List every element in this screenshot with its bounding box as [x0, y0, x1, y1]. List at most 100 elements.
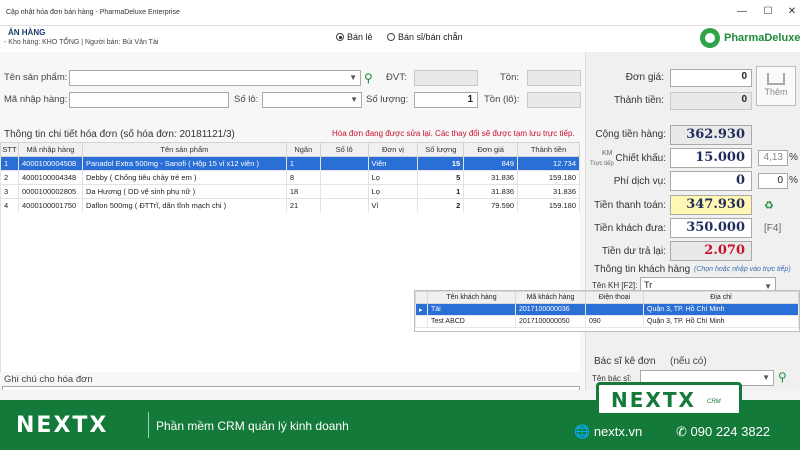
search-icon[interactable]: ⚲ — [778, 370, 787, 384]
refresh-icon[interactable]: ♻ — [764, 199, 774, 212]
cell-unit-price: 31.836 — [463, 184, 519, 199]
logo-icon — [700, 28, 720, 48]
quantity-input[interactable]: 1 — [414, 92, 478, 108]
doctor-section-hint: (nếu có) — [670, 356, 707, 367]
cell-import-code: 4000100001750 — [17, 198, 83, 213]
cell-amount: 12.734 — [517, 156, 580, 171]
dvt-label: ĐVT: — [386, 72, 407, 83]
col-header[interactable]: Số lượng — [417, 142, 465, 157]
table-header-row: STT Mã nhập hàng Tên sản phẩm Ngân Số lô… — [0, 142, 580, 157]
cell-product-name: Panadol Extra 500mg - Sanofi ( Hộp 15 vỉ… — [81, 156, 287, 171]
minimize-button[interactable]: — — [736, 6, 748, 18]
cell-import-code: 0000100002805 — [17, 184, 83, 199]
total-label: Cộng tiền hàng: — [595, 129, 666, 140]
table-row[interactable]: 2 4000100004348 Debby ( Chống tiêu chảy … — [0, 170, 580, 185]
add-item-label: Thêm — [764, 87, 788, 97]
cell-unit: Lọ — [367, 170, 419, 185]
table-row[interactable]: 3 0000100002805 Da Hương ( DD vệ sinh ph… — [0, 184, 580, 199]
window-titlebar: Cập nhật hóa đơn bán hàng - PharmaDeluxe… — [0, 0, 800, 26]
chevron-down-icon: ▼ — [349, 73, 357, 82]
cell-ngan: 18 — [285, 184, 321, 199]
popup-header-row: Tên khách hàng Mã khách hàng Điện thoại … — [415, 291, 799, 304]
phone-icon: ✆ — [676, 424, 691, 439]
logo-text: PharmaDeluxe — [724, 32, 800, 44]
lot-combo[interactable]: ▼ — [262, 92, 362, 108]
stock-field — [527, 70, 581, 86]
service-fee-label: Phí dịch vụ: — [613, 176, 666, 187]
list-item[interactable]: ▸ Tài 2017100000036 Quận 3, TP. Hồ Chí M… — [415, 303, 799, 316]
col-header[interactable]: Thành tiền — [517, 142, 580, 157]
percent-sign: % — [789, 175, 798, 186]
product-name-label: Tên sản phẩm: — [4, 72, 68, 83]
nextx-brand-logo: NEXTX — [16, 413, 109, 438]
col-header: Địa chỉ — [643, 291, 799, 304]
maximize-button[interactable]: ☐ — [762, 6, 774, 18]
cell-qty[interactable]: 2 — [417, 198, 465, 213]
close-button[interactable]: ✕ — [786, 6, 798, 18]
lot-stock-field — [527, 92, 581, 108]
invoice-note-input[interactable] — [2, 386, 580, 390]
pharmadeluxe-logo: PharmaDeluxe — [700, 28, 800, 50]
customer-name-value: Tr — [644, 280, 653, 290]
import-code-label: Mã nhập hàng: — [4, 94, 68, 105]
phone-text: 090 224 3822 — [690, 424, 771, 439]
service-fee-input[interactable]: 0 — [670, 171, 752, 191]
paid-input[interactable]: 350.000 — [670, 218, 752, 238]
payable-label: Tiền thanh toán: — [594, 200, 666, 211]
page-title: ÁN HÀNG — [8, 28, 46, 37]
col-header: Mã khách hàng — [515, 291, 586, 304]
cell-qty[interactable]: 5 — [417, 170, 465, 185]
dvt-field — [414, 70, 478, 86]
sale-type-radio-group: Bán lẻ Bán sỉ/bán chẵn — [336, 32, 475, 42]
cell-import-code: 4000100004348 — [17, 170, 83, 185]
row-marker — [415, 315, 428, 328]
percent-sign: % — [789, 152, 798, 163]
cell-qty[interactable]: 15 — [417, 156, 465, 171]
cart-icon — [767, 73, 785, 85]
cell-qty[interactable]: 1 — [417, 184, 465, 199]
product-name-combo[interactable]: ▼ — [69, 70, 361, 86]
stock-label: Tồn: — [500, 72, 520, 83]
window-title: Cập nhật hóa đơn bán hàng - PharmaDeluxe… — [6, 9, 180, 16]
row-marker: ▸ — [415, 303, 428, 316]
table-row[interactable]: 4 4000100001750 Daflon 500mg ( ĐTTrĩ, dã… — [0, 198, 580, 213]
discount-input[interactable]: 15.000 — [670, 148, 752, 168]
col-header[interactable]: Ngân — [285, 142, 321, 157]
customer-dropdown-popup: Tên khách hàng Mã khách hàng Điện thoại … — [414, 290, 800, 332]
add-item-button[interactable]: Thêm — [756, 66, 796, 106]
globe-icon: 🌐 — [574, 424, 594, 439]
cell-unit-price: 31.836 — [463, 170, 519, 185]
table-row[interactable]: 1 4000100004508 Panadol Extra 500mg - Sa… — [0, 156, 580, 171]
import-code-input[interactable] — [69, 92, 229, 108]
col-header[interactable]: Mã nhập hàng — [17, 142, 83, 157]
discount-direct-label: Trực tiếp — [590, 161, 614, 167]
radio-retail-label: Bán lẻ — [347, 32, 373, 42]
edit-warning: Hóa đơn đang được sửa lại. Các thay đổi … — [332, 129, 575, 138]
main-area: Tên sản phẩm: ▼ ⚲ ĐVT: Tồn: Mã nhập hàng… — [0, 52, 800, 390]
service-fee-percent-input[interactable]: 0 — [758, 173, 788, 189]
cell-amount: 159.180 — [517, 170, 580, 185]
discount-percent-input[interactable]: 4,13 — [758, 150, 788, 166]
col-header[interactable]: STT — [0, 142, 19, 157]
cell-customer-name: Test ABCD — [427, 315, 516, 328]
footer-phone[interactable]: ✆ 090 224 3822 — [676, 424, 770, 440]
col-header[interactable]: Tên sản phẩm — [81, 142, 287, 157]
list-item[interactable]: Test ABCD 2017100000050 090 Quận 3, TP. … — [415, 315, 799, 328]
amount-field: 0 — [670, 92, 752, 110]
cell-customer-name: Tài — [427, 303, 516, 316]
customer-section-title: Thông tin khách hàng — [594, 264, 691, 275]
cell-stt: 4 — [0, 198, 19, 213]
search-icon[interactable]: ⚲ — [364, 71, 373, 85]
footer-website[interactable]: 🌐 nextx.vn — [574, 424, 642, 440]
radio-wholesale[interactable]: Bán sỉ/bán chẵn — [387, 32, 463, 42]
app-header: ÁN HÀNG - Kho hàng: KHO TỔNG | Người bán… — [0, 26, 800, 52]
radio-retail[interactable]: Bán lẻ — [336, 32, 373, 42]
col-header[interactable]: Đơn giá — [463, 142, 519, 157]
cell-phone: 090 — [585, 315, 644, 328]
radio-unchecked-icon — [387, 33, 396, 41]
col-header[interactable]: Đơn vị — [367, 142, 419, 157]
unit-price-input[interactable]: 0 — [670, 69, 752, 87]
cell-phone — [585, 303, 644, 316]
col-header[interactable]: Số lô — [319, 142, 369, 157]
lot-stock-label: Tồn (lô): — [484, 94, 520, 105]
